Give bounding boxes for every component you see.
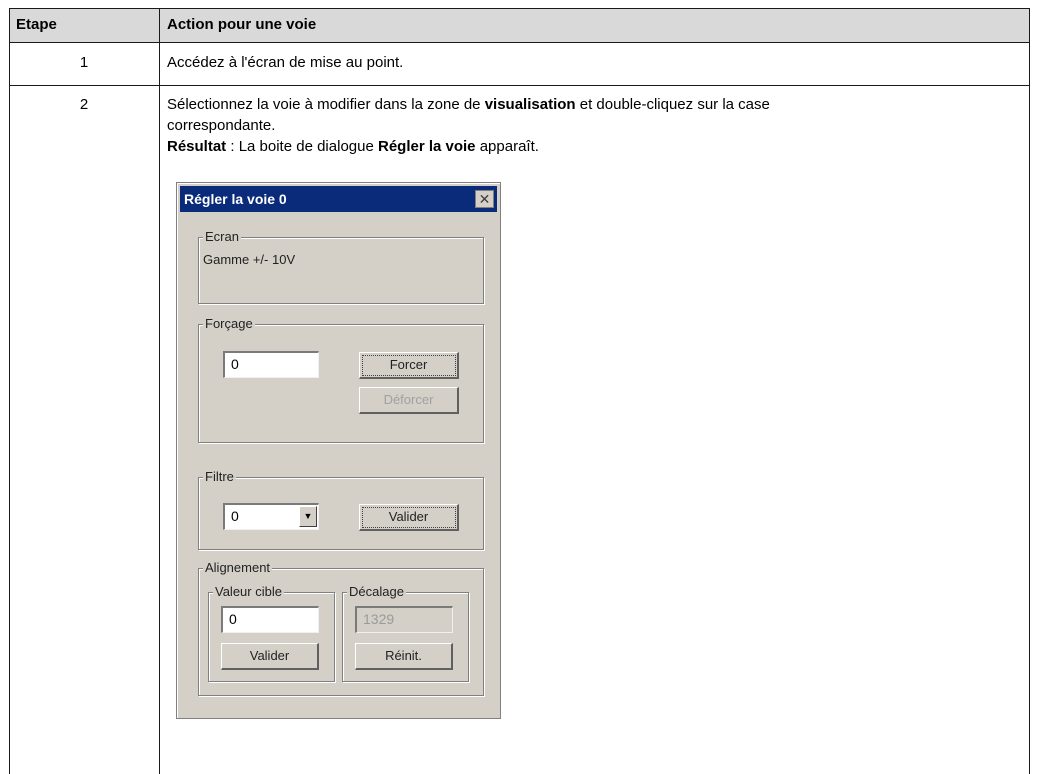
target-value-group: Valeur cible 0 Valider [208, 584, 335, 682]
reset-button[interactable]: Réinit. [355, 643, 453, 670]
bold-term: visualisation [484, 96, 576, 113]
step-text-line-2: correspondante. [167, 117, 276, 134]
offset-label: Décalage [347, 584, 406, 600]
row-divider [9, 85, 1030, 86]
text-run: Sélectionnez la voie à modifier dans la … [167, 96, 485, 113]
text-run: : La boite de dialogue [226, 138, 378, 155]
chevron-down-icon[interactable]: ▼ [299, 506, 317, 527]
forcage-group-label: Forçage [203, 316, 255, 332]
force-button[interactable]: Forcer [359, 352, 459, 379]
offset-value-field: 1329 [355, 606, 453, 633]
header-step: Etape [16, 16, 57, 33]
filter-validate-button[interactable]: Valider [359, 504, 459, 531]
close-icon[interactable]: ✕ [475, 190, 494, 208]
dialog-title: Régler la voie 0 [184, 191, 287, 207]
table-header: Etape Action pour une voie [9, 8, 1030, 43]
target-value-label: Valeur cible [213, 584, 284, 600]
adjust-channel-dialog: Régler la voie 0 ✕ Ecran Gamme +/- 10V F… [176, 182, 501, 719]
ecran-group-label: Ecran [203, 229, 241, 245]
text-run: et double-cliquez sur la case [575, 96, 770, 113]
forcage-group: Forçage 0 Forcer Déforcer [198, 316, 484, 443]
dialog-title-bar: Régler la voie 0 ✕ [180, 186, 497, 212]
unforce-button[interactable]: Déforcer [359, 387, 459, 414]
table-column-divider [159, 8, 160, 774]
filtre-group-label: Filtre [203, 469, 236, 485]
target-validate-button[interactable]: Valider [221, 643, 319, 670]
ecran-group: Ecran Gamme +/- 10V [198, 229, 484, 304]
range-text: Gamme +/- 10V [203, 252, 296, 267]
bold-term: Régler la voie [377, 138, 476, 155]
table-border-right [1029, 8, 1030, 774]
filter-select[interactable]: 0 ▼ [223, 503, 319, 530]
header-action: Action pour une voie [167, 16, 317, 33]
force-value-input[interactable]: 0 [223, 351, 319, 378]
step-text-line-1: Sélectionnez la voie à modifier dans la … [167, 96, 770, 113]
alignement-group-label: Alignement [203, 560, 273, 576]
text-run: apparaît. [475, 138, 539, 155]
step-number: 1 [79, 54, 89, 71]
procedure-table: Etape Action pour une voie 1 Accédez à l… [9, 8, 1030, 774]
result-line: Résultat : La boite de dialogue Régler l… [167, 138, 539, 155]
table-border-left [9, 8, 10, 774]
step-number: 2 [79, 96, 89, 113]
alignement-group: Alignement Valeur cible 0 Valider Décala… [198, 560, 484, 696]
target-value-input[interactable]: 0 [221, 606, 319, 633]
filtre-group: Filtre 0 ▼ Valider [198, 469, 484, 550]
step-text: Accédez à l'écran de mise au point. [167, 54, 404, 71]
result-label: Résultat [167, 138, 227, 155]
filter-selected-value: 0 [231, 508, 239, 524]
offset-group: Décalage 1329 Réinit. [342, 584, 469, 682]
